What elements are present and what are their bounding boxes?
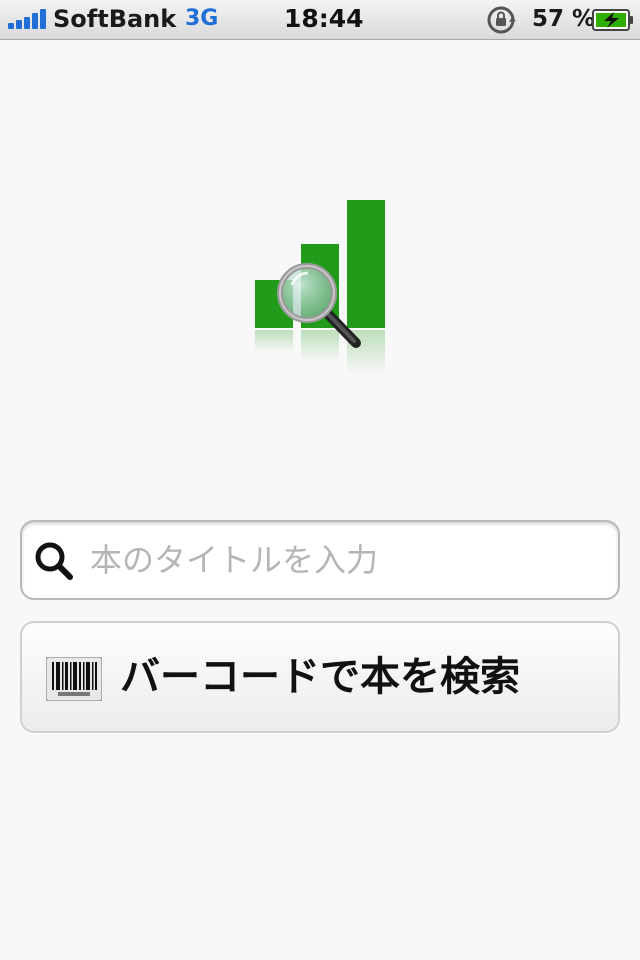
search-input[interactable]: [90, 536, 600, 584]
carrier-name: SoftBank: [53, 5, 177, 33]
status-time: 18:44: [284, 4, 364, 33]
rotation-lock-icon: [487, 6, 516, 34]
search-icon: [35, 542, 73, 580]
barcode-icon: [46, 657, 102, 701]
battery-charging-icon: [592, 9, 633, 31]
barcode-search-button[interactable]: バーコードで本を検索: [20, 621, 620, 733]
logo-bar-3: [347, 200, 385, 328]
screen: SoftBank 3G 18:44 57 % 本のタイトルを入力 バーコードで本…: [0, 0, 640, 960]
battery-percent: 57 %: [532, 6, 596, 32]
status-bar: SoftBank 3G 18:44 57 %: [0, 0, 640, 40]
signal-icon: [8, 9, 48, 29]
app-logo: [255, 200, 385, 375]
network-type: 3G: [185, 6, 219, 31]
search-field[interactable]: [20, 520, 620, 600]
barcode-search-label: バーコードで本を検索: [120, 654, 520, 700]
